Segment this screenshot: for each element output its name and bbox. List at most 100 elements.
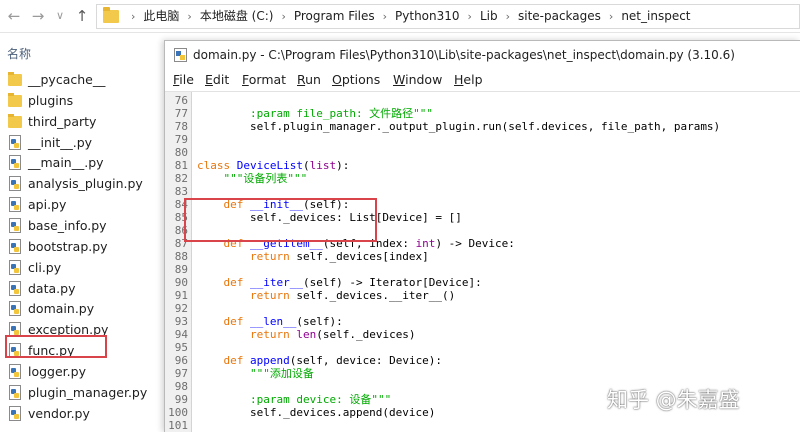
- breadcrumb-item[interactable]: Python310: [395, 9, 460, 23]
- breadcrumb-separator-icon[interactable]: ›: [601, 5, 621, 28]
- file-item[interactable]: analysis_plugin.py: [8, 174, 158, 194]
- python-file-icon: [9, 217, 21, 233]
- breadcrumb-item[interactable]: Lib: [480, 9, 498, 23]
- line-number: 94: [174, 328, 188, 341]
- breadcrumb-separator-icon[interactable]: ›: [179, 5, 199, 28]
- file-name: __init__.py: [28, 134, 93, 150]
- code-text: :param device: 设备""": [197, 393, 392, 406]
- file-list-pane: 名称 __pycache__plugins third_party __init__…: [0, 33, 162, 432]
- menu-item[interactable]: Format: [242, 69, 286, 91]
- file-name: plugins: [28, 92, 74, 108]
- file-name: bootstrap.py: [28, 238, 108, 254]
- line-number: 89: [174, 263, 188, 276]
- menu-item[interactable]: Options: [332, 69, 380, 91]
- file-name: data.py: [28, 280, 76, 296]
- file-name: analysis_plugin.py: [28, 176, 143, 192]
- file-name: third_party: [28, 113, 97, 129]
- watermark: 知乎 @朱嘉盛: [607, 388, 740, 412]
- code-line: 88 return self._devices[index]: [165, 250, 800, 263]
- code-line: 96 def append(self, device: Device):: [165, 354, 800, 367]
- code-text: """设备列表""": [197, 172, 308, 185]
- code-line: 94 return len(self._devices): [165, 328, 800, 341]
- recent-locations-chevron-icon[interactable]: ∨: [50, 6, 70, 26]
- python-file-icon: [9, 155, 21, 171]
- file-name: cli.py: [28, 259, 62, 275]
- breadcrumb-separator-icon[interactable]: ›: [273, 5, 293, 28]
- code-line: 89: [165, 263, 800, 276]
- file-item[interactable]: __pycache__: [8, 70, 158, 90]
- file-item[interactable]: base_info.py: [8, 216, 158, 236]
- python-file-icon: [9, 259, 21, 275]
- menu-item[interactable]: Window: [393, 69, 442, 91]
- breadcrumb-item[interactable]: site-packages: [518, 9, 601, 23]
- code-text: def __iter__(self) -> Iterator[Device]:: [197, 276, 482, 289]
- python-file-icon: [9, 301, 21, 317]
- code-line: 95: [165, 341, 800, 354]
- folder-icon: [103, 7, 119, 23]
- line-number: 88: [174, 250, 188, 263]
- menu-item[interactable]: Run: [297, 69, 321, 91]
- python-file-icon: [9, 280, 21, 296]
- code-line: 81 class DeviceList(list):: [165, 159, 800, 172]
- code-text: return self._devices.__iter__(): [197, 289, 456, 302]
- code-line: 97 """添加设备: [165, 367, 800, 380]
- file-item[interactable]: vendor.py: [8, 404, 158, 424]
- file-item[interactable]: bootstrap.py: [8, 237, 158, 257]
- line-number: 98: [174, 380, 188, 393]
- python-file-icon: [9, 238, 21, 254]
- file-name: plugin_manager.py: [28, 384, 148, 400]
- file-name: __main__.py: [28, 155, 104, 171]
- folder-icon: [8, 72, 22, 86]
- code-line: 93 def __len__(self):: [165, 315, 800, 328]
- line-number: 90: [174, 276, 188, 289]
- code-line: 82 """设备列表""": [165, 172, 800, 185]
- code-line: 92: [165, 302, 800, 315]
- line-number: 95: [174, 341, 188, 354]
- folder-icon: [8, 113, 22, 128]
- file-item[interactable]: __init__.py: [8, 133, 158, 153]
- breadcrumb-separator-icon[interactable]: ›: [460, 5, 480, 28]
- file-item[interactable]: plugin_manager.py: [8, 383, 158, 403]
- line-number: 93: [174, 315, 188, 328]
- breadcrumb-item[interactable]: Program Files: [294, 9, 375, 23]
- breadcrumb: › 此电脑 › 本地磁盘 (C:) › Program Files › Python310 › L…: [123, 5, 691, 28]
- line-number: 77: [174, 107, 188, 120]
- breadcrumb-separator-icon[interactable]: ›: [498, 5, 518, 28]
- file-item[interactable]: domain.py: [8, 299, 158, 319]
- menu-item[interactable]: Help: [454, 69, 483, 91]
- code-line: 79: [165, 133, 800, 146]
- code-line: 83: [165, 185, 800, 198]
- python-file-icon: [9, 134, 21, 150]
- address-box[interactable]: › 此电脑 › 本地磁盘 (C:) › Program Files › Python310 › L…: [96, 4, 800, 29]
- line-number: 100: [168, 406, 188, 419]
- breadcrumb-separator-icon[interactable]: ›: [123, 5, 143, 28]
- code-text: def append(self, device: Device):: [197, 354, 443, 367]
- breadcrumb-separator-icon[interactable]: ›: [375, 5, 395, 28]
- menu-item[interactable]: Edit: [205, 69, 229, 91]
- code-line: 91 return self._devices.__iter__(): [165, 289, 800, 302]
- menu-item[interactable]: File: [173, 69, 194, 91]
- code-area[interactable]: 76 77 :param file_path: 文件路径""" 78 self.pl…: [165, 91, 800, 432]
- breadcrumb-item[interactable]: 此电脑: [143, 9, 179, 23]
- menu-bar: File Edit Format Run Options Window Help: [165, 69, 800, 91]
- up-arrow-icon[interactable]: ↑: [72, 6, 92, 26]
- file-item[interactable]: __main__.py: [8, 153, 158, 173]
- file-item[interactable]: logger.py: [8, 362, 158, 382]
- python-file-icon: [9, 197, 21, 213]
- forward-arrow-icon[interactable]: →: [28, 6, 48, 26]
- line-number: 99: [174, 393, 188, 406]
- file-item[interactable]: third_party: [8, 112, 158, 132]
- file-name: base_info.py: [28, 217, 107, 233]
- highlight-box-class-definition: [184, 198, 377, 242]
- python-file-icon: [174, 48, 187, 62]
- breadcrumb-item[interactable]: net_inspect: [621, 9, 690, 23]
- file-item[interactable]: data.py: [8, 279, 158, 299]
- file-item[interactable]: cli.py: [8, 258, 158, 278]
- back-arrow-icon[interactable]: ←: [4, 6, 24, 26]
- highlight-box-domain-file: [5, 335, 107, 358]
- breadcrumb-item[interactable]: 本地磁盘 (C:): [200, 9, 274, 23]
- code-line: 101: [165, 419, 800, 432]
- file-item[interactable]: plugins: [8, 91, 158, 111]
- file-item[interactable]: api.py: [8, 195, 158, 215]
- column-header-name[interactable]: 名称: [7, 45, 31, 62]
